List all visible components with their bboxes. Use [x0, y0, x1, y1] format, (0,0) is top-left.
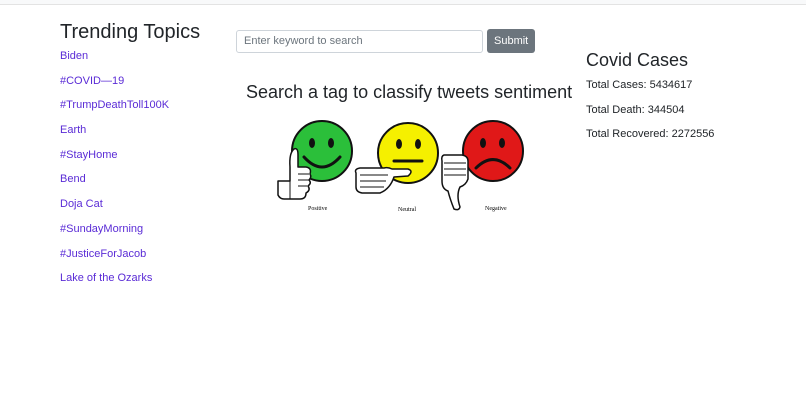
list-item: Biden [60, 48, 230, 73]
submit-button[interactable]: Submit [487, 29, 536, 53]
smiling-face-thumbs-up-icon [277, 120, 353, 200]
list-item: #TrumpDeathToll100K [60, 97, 230, 122]
list-item: Doja Cat [60, 196, 230, 221]
total-death-stat: Total Death: 344504 [586, 103, 685, 116]
topic-link[interactable]: #JusticeForJacob [60, 248, 146, 260]
list-item: #StayHome [60, 147, 230, 172]
positive-label: Positive [308, 206, 328, 212]
topic-link[interactable]: #SundayMorning [60, 223, 143, 235]
total-recovered-stat: Total Recovered: 2272556 [586, 128, 715, 140]
topic-link[interactable]: Bend [60, 173, 86, 185]
trending-topics-title: Trending Topics [60, 21, 201, 43]
frowning-face-thumbs-down-icon [441, 120, 524, 211]
topic-link[interactable]: #TrumpDeathToll100K [60, 99, 169, 111]
topic-link[interactable]: Biden [60, 50, 88, 62]
trending-topics-panel: Trending Topics Biden #COVID—19 #TrumpDe… [60, 20, 230, 295]
total-cases-stat: Total Cases: 5434617 [586, 79, 693, 91]
list-item: #COVID—19 [60, 73, 230, 98]
trending-topics-list: Biden #COVID—19 #TrumpDeathToll100K Eart… [60, 48, 230, 295]
list-item: #JusticeForJacob [60, 246, 230, 271]
covid-cases-panel: Covid Cases Total Cases: 5434617 Total D… [586, 50, 786, 152]
list-item: Earth [60, 122, 230, 147]
neutral-label: Neutral [398, 207, 416, 213]
topic-link[interactable]: Earth [60, 124, 86, 136]
search-form: Submit [236, 29, 566, 53]
sentiment-illustration: Positive Neutral Negative [277, 120, 524, 213]
search-input[interactable] [236, 29, 483, 53]
list-item: #SundayMorning [60, 221, 230, 246]
neutral-face-thumb-sideways-icon [354, 122, 439, 194]
list-item: Lake of the Ozarks [60, 270, 230, 295]
list-item: Bend [60, 171, 230, 196]
covid-cases-title: Covid Cases [586, 50, 689, 70]
negative-label: Negative [485, 206, 507, 212]
top-border [0, 0, 806, 5]
topic-link[interactable]: #COVID—19 [60, 75, 124, 87]
search-panel: Submit Search a tag to classify tweets s… [236, 29, 572, 213]
topic-link[interactable]: #StayHome [60, 149, 117, 161]
page-heading: Search a tag to classify tweets sentimen… [246, 82, 573, 102]
topic-link[interactable]: Lake of the Ozarks [60, 272, 152, 284]
topic-link[interactable]: Doja Cat [60, 198, 103, 210]
